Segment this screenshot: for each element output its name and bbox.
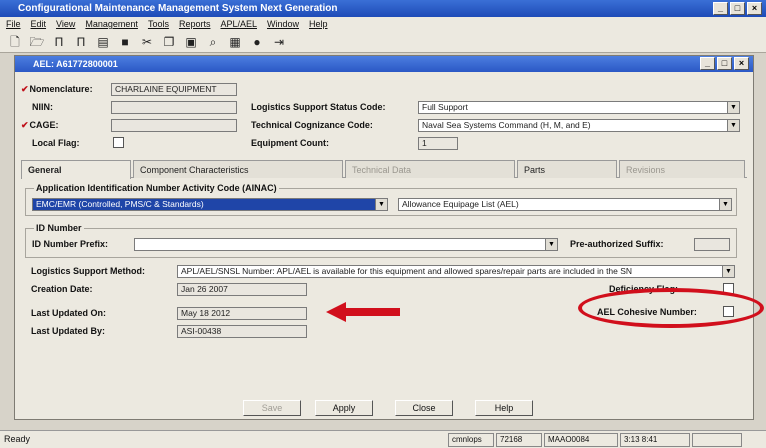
maximize-button[interactable]: □ — [730, 2, 745, 15]
tab-strip: General Component Characteristics Techni… — [21, 160, 747, 179]
tool-a-icon[interactable]: Π — [50, 33, 68, 51]
chevron-down-icon[interactable]: ▼ — [727, 102, 739, 113]
lss-code-value: Full Support — [422, 102, 468, 112]
lsm-value: APL/AEL/SNSL Number: APL/AEL is availabl… — [181, 266, 633, 276]
child-title-bar: AEL: A61772800001 _ □ × — [15, 56, 753, 72]
menu-bar: File Edit View Management Tools Reports … — [0, 17, 766, 31]
lsm-select[interactable]: APL/AEL/SNSL Number: APL/AEL is availabl… — [177, 265, 735, 278]
export-icon[interactable]: ⇥ — [270, 33, 288, 51]
status-user: cmnlops — [448, 433, 494, 447]
chevron-down-icon[interactable]: ▼ — [545, 239, 557, 250]
equip-count-field[interactable]: 1 — [418, 137, 458, 150]
chevron-down-icon[interactable]: ▼ — [375, 199, 387, 210]
tab-general[interactable]: General — [21, 160, 131, 179]
find-icon[interactable]: ⌕ — [204, 33, 222, 51]
open-icon[interactable]: 🗁 — [28, 33, 46, 51]
tab-component-characteristics[interactable]: Component Characteristics — [133, 160, 343, 178]
chevron-down-icon[interactable]: ▼ — [722, 266, 734, 277]
last-updated-on-field[interactable]: May 18 2012 — [177, 307, 307, 320]
unauth-suffix-label: Pre-authorized Suffix: — [570, 239, 664, 249]
lss-code-label: Logistics Support Status Code: — [251, 102, 386, 112]
creation-date-field[interactable]: Jan 26 2007 — [177, 283, 307, 296]
nomenclature-field[interactable]: CHARLAINE EQUIPMENT — [111, 83, 237, 96]
equip-count-label: Equipment Count: — [251, 138, 329, 148]
tech-cog-label: Technical Cognizance Code: — [251, 120, 373, 130]
chevron-down-icon[interactable]: ▼ — [727, 120, 739, 131]
app-title: Configurational Maintenance Management S… — [18, 3, 338, 14]
save-icon[interactable]: ■ — [116, 33, 134, 51]
menu-apl-ael[interactable]: APL/AEL — [220, 17, 257, 31]
unauth-suffix-field[interactable] — [694, 238, 730, 251]
id-prefix-label: ID Number Prefix: — [32, 239, 109, 249]
red-oval-annotation — [578, 288, 764, 328]
child-minimize-button[interactable]: _ — [700, 57, 715, 70]
chevron-down-icon[interactable]: ▼ — [719, 199, 731, 210]
status-time: 3:13 8:41 — [620, 433, 690, 447]
child-close-button[interactable]: × — [734, 57, 749, 70]
local-flag-label: Local Flag: — [32, 138, 80, 148]
tool-b-icon[interactable]: Π — [72, 33, 90, 51]
print-icon[interactable]: ▤ — [94, 33, 112, 51]
copy-icon[interactable]: ❐ — [160, 33, 178, 51]
minimize-button[interactable]: _ — [713, 2, 728, 15]
ainac-select[interactable]: EMC/EMR (Controlled, PMS/C & Standards) ▼ — [32, 198, 388, 211]
child-maximize-button[interactable]: □ — [717, 57, 732, 70]
grid-icon[interactable]: ▦ — [226, 33, 244, 51]
last-updated-by-label: Last Updated By: — [31, 326, 106, 336]
allowance-select[interactable]: Allowance Equipage List (AEL) ▼ — [398, 198, 732, 211]
ainac-group: Application Identification Number Activi… — [25, 183, 737, 216]
tech-cog-select[interactable]: Naval Sea Systems Command (H, M, and E) ▼ — [418, 119, 740, 132]
close-button[interactable]: Close — [395, 400, 453, 416]
status-bar: Ready cmnlops 72168 MAAO0084 3:13 8:41 — [0, 430, 766, 448]
status-uic: MAAO0084 — [544, 433, 618, 447]
last-updated-on-label: Last Updated On: — [31, 308, 107, 318]
last-updated-by-field[interactable]: ASI-00438 — [177, 325, 307, 338]
menu-management[interactable]: Management — [85, 17, 138, 31]
nomenclature-label: ✔Nomenclature: — [21, 84, 93, 94]
new-icon[interactable]: 🗋 — [6, 33, 24, 51]
niin-field[interactable] — [111, 101, 237, 114]
cut-icon[interactable]: ✂ — [138, 33, 156, 51]
tab-parts[interactable]: Parts — [517, 160, 617, 178]
menu-tools[interactable]: Tools — [148, 17, 169, 31]
menu-view[interactable]: View — [56, 17, 75, 31]
save-button[interactable]: Save — [243, 400, 301, 416]
record-icon[interactable]: ● — [248, 33, 266, 51]
lss-code-select[interactable]: Full Support ▼ — [418, 101, 740, 114]
red-arrow-annotation — [326, 302, 400, 322]
menu-help[interactable]: Help — [309, 17, 328, 31]
lsm-label: Logistics Support Method: — [31, 266, 145, 276]
ainac-value: EMC/EMR (Controlled, PMS/C & Standards) — [36, 199, 204, 209]
paste-icon[interactable]: ▣ — [182, 33, 200, 51]
tab-technical-data[interactable]: Technical Data — [345, 160, 515, 178]
menu-reports[interactable]: Reports — [179, 17, 211, 31]
cage-field[interactable] — [111, 119, 237, 132]
cage-label: ✔CAGE: — [21, 120, 59, 130]
local-flag-checkbox[interactable] — [113, 137, 124, 148]
help-button[interactable]: Help — [475, 400, 533, 416]
child-title: AEL: A61772800001 — [33, 59, 118, 69]
menu-file[interactable]: File — [6, 17, 21, 31]
app-title-bar: Configurational Maintenance Management S… — [0, 0, 766, 17]
status-ready: Ready — [4, 434, 31, 444]
id-number-group: ID Number ID Number Prefix: ▼ Pre-author… — [25, 223, 737, 258]
close-window-button[interactable]: × — [747, 2, 762, 15]
status-code: 72168 — [496, 433, 542, 447]
id-number-group-title: ID Number — [34, 223, 84, 233]
menu-window[interactable]: Window — [267, 17, 299, 31]
id-prefix-select[interactable]: ▼ — [134, 238, 558, 251]
toolbar: 🗋 🗁 Π Π ▤ ■ ✂ ❐ ▣ ⌕ ▦ ● ⇥ — [0, 31, 766, 53]
allowance-value: Allowance Equipage List (AEL) — [402, 199, 519, 209]
ael-child-window: AEL: A61772800001 _ □ × ✔Nomenclature: C… — [14, 55, 754, 420]
tech-cog-value: Naval Sea Systems Command (H, M, and E) — [422, 120, 591, 130]
creation-date-label: Creation Date: — [31, 284, 93, 294]
status-extra — [692, 433, 742, 447]
niin-label: NIIN: — [32, 102, 53, 112]
ainac-group-title: Application Identification Number Activi… — [34, 183, 279, 193]
menu-edit[interactable]: Edit — [31, 17, 47, 31]
apply-button[interactable]: Apply — [315, 400, 373, 416]
tab-revisions[interactable]: Revisions — [619, 160, 745, 178]
